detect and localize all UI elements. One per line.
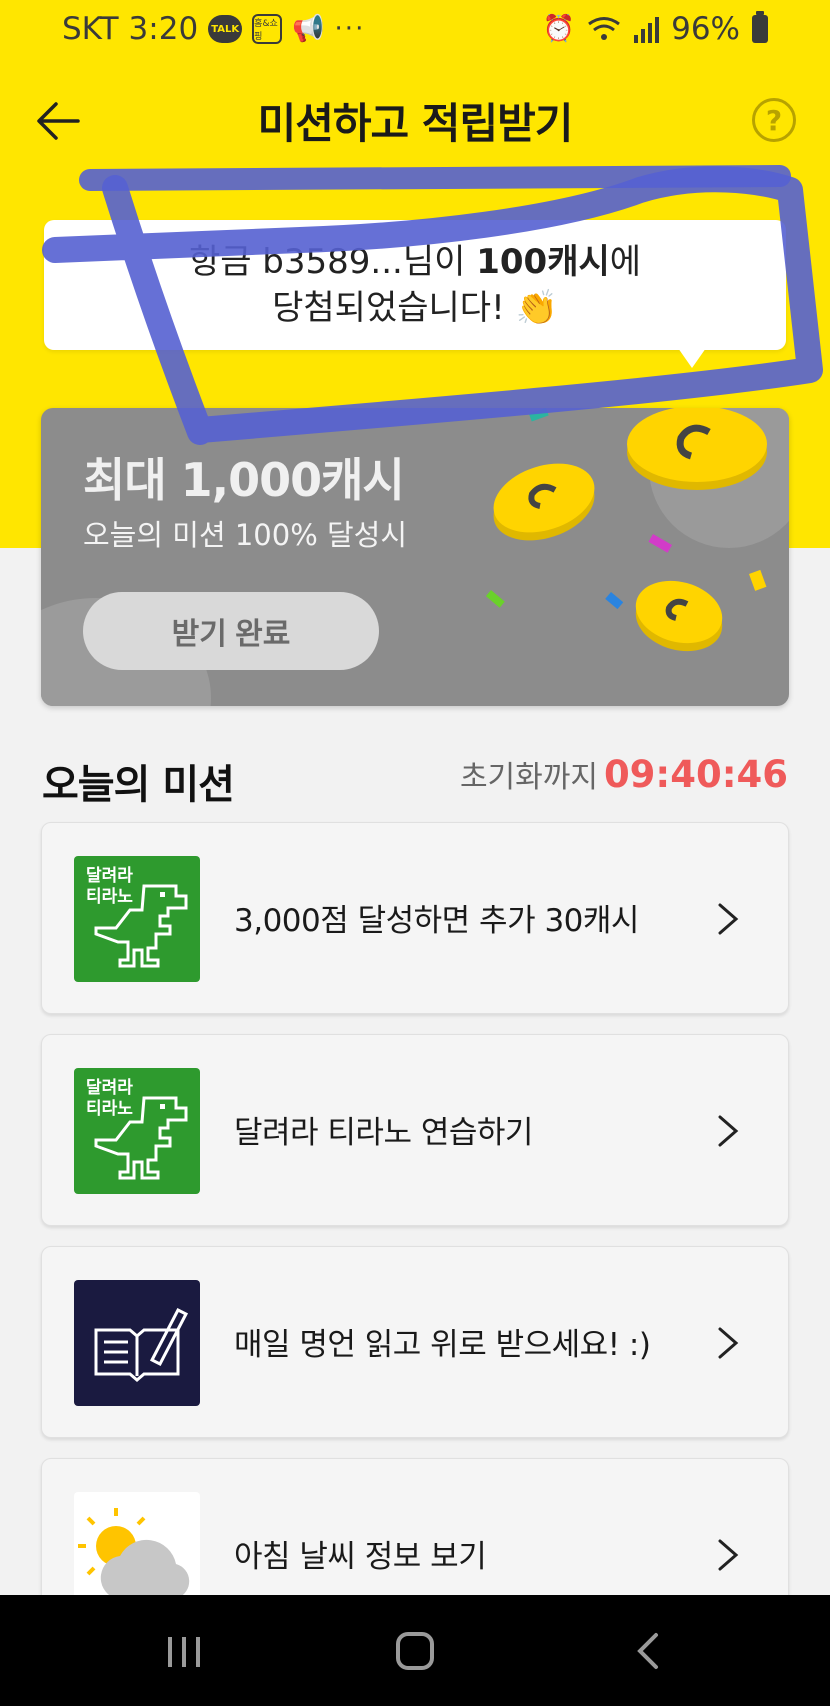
winner-user: 항금 b3589...님이 xyxy=(188,242,477,282)
mission-item-score-bonus[interactable]: 달려라 티라노 3,000점 달성하면 추가 30캐시 xyxy=(41,822,789,1014)
winner-suffix: 에 xyxy=(609,242,642,282)
winner-announcement: 항금 b3589...님이 100캐시에 당첨되었습니다! 👏 xyxy=(44,220,786,368)
reward-card: 최대 1,000캐시 오늘의 미션 100% 달성시 받기 완료 xyxy=(41,408,789,706)
book-pen-icon xyxy=(94,1307,189,1382)
home-shopping-icon: 홈&쇼핑 xyxy=(252,14,283,44)
help-icon[interactable]: ? xyxy=(752,98,796,142)
mission-label: 아침 날씨 정보 보기 xyxy=(234,1539,487,1575)
carrier-label: SKT xyxy=(62,11,119,47)
alarm-icon: ⏰ xyxy=(542,14,576,44)
dino-game-thumbnail: 달려라 티라노 xyxy=(74,856,200,982)
kakaotalk-icon: TALK xyxy=(208,15,243,43)
mission-label: 3,000점 달성하면 추가 30캐시 xyxy=(234,903,639,939)
reward-subtitle: 오늘의 미션 100% 달성시 xyxy=(83,518,408,552)
battery-percent: 96% xyxy=(671,11,740,47)
mission-label: 달려라 티라노 연습하기 xyxy=(234,1115,533,1151)
status-right: ⏰ 96% xyxy=(543,10,768,48)
mission-item-daily-quote[interactable]: 매일 명언 읽고 위로 받으세요! :) xyxy=(41,1246,789,1438)
reward-title: 최대 1,000캐시 xyxy=(83,453,405,507)
chevron-right-icon xyxy=(718,1327,739,1359)
reset-label: 초기화까지 xyxy=(459,760,598,795)
reset-timer: 09:40:46 xyxy=(603,753,788,796)
missions-title: 오늘의 미션 xyxy=(42,762,235,808)
megaphone-icon: 📢 xyxy=(292,14,325,44)
chevron-right-icon xyxy=(718,1115,739,1147)
dinosaur-icon xyxy=(94,884,188,968)
recent-apps-icon[interactable] xyxy=(166,1635,202,1669)
winner-amount: 100캐시 xyxy=(476,242,610,282)
coins-illustration xyxy=(485,408,789,652)
dinosaur-icon xyxy=(94,1096,188,1180)
chevron-right-icon xyxy=(718,903,739,935)
home-icon[interactable] xyxy=(396,1632,434,1670)
book-pen-thumbnail xyxy=(74,1280,200,1406)
battery-icon xyxy=(752,11,768,43)
winner-line-2: 당첨되었습니다! 👏 xyxy=(272,288,558,328)
mission-label: 매일 명언 읽고 위로 받으세요! :) xyxy=(234,1327,651,1363)
clock: 3:20 xyxy=(128,11,199,47)
bubble-tail xyxy=(678,348,706,368)
page-title: 미션하고 적립받기 xyxy=(257,99,574,148)
mission-item-dino-practice[interactable]: 달려라 티라노 달려라 티라노 연습하기 xyxy=(41,1034,789,1226)
dino-game-thumbnail: 달려라 티라노 xyxy=(74,1068,200,1194)
claim-complete-button[interactable]: 받기 완료 xyxy=(83,592,379,670)
more-notifications-icon: ··· xyxy=(334,14,366,44)
winner-line-1: 항금 b3589...님이 100캐시에 xyxy=(189,239,641,285)
reset-countdown: 초기화까지 09:40:46 xyxy=(460,752,788,796)
status-bar: SKT 3:20 TALK 홈&쇼핑 📢 ··· ⏰ 96% xyxy=(0,0,830,58)
system-navigation-bar xyxy=(0,1595,830,1706)
status-left: SKT 3:20 TALK 홈&쇼핑 📢 ··· xyxy=(62,10,365,48)
system-back-icon[interactable] xyxy=(634,1631,662,1671)
wifi-icon xyxy=(588,17,620,40)
app-header: 미션하고 적립받기 ? xyxy=(0,80,830,160)
chevron-right-icon xyxy=(718,1539,739,1571)
signal-icon xyxy=(634,17,660,43)
